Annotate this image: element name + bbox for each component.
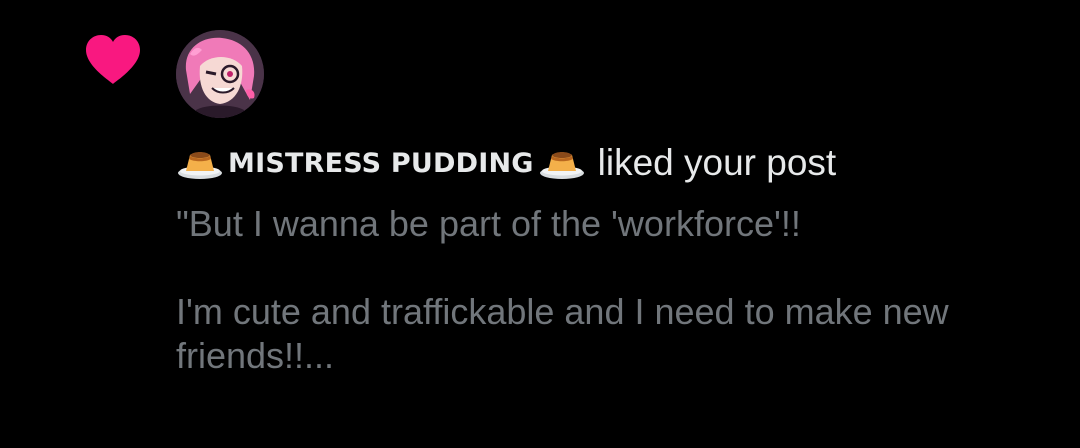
display-name[interactable]: MISTRESS PUDDING — [228, 148, 534, 179]
heart-icon — [86, 35, 140, 84]
liked-line: MISTRESS PUDDING liked your post — [176, 138, 1056, 188]
notification-content: MISTRESS PUDDING liked your post "But I … — [176, 138, 1056, 378]
avatar[interactable] — [176, 30, 264, 118]
post-preview[interactable]: "But I wanna be part of the 'workforce'!… — [176, 202, 1056, 378]
pudding-icon — [178, 152, 222, 179]
like-notification[interactable]: MISTRESS PUDDING liked your post "But I … — [0, 0, 1080, 448]
action-text: liked your post — [597, 142, 837, 183]
pudding-icon — [539, 152, 584, 179]
